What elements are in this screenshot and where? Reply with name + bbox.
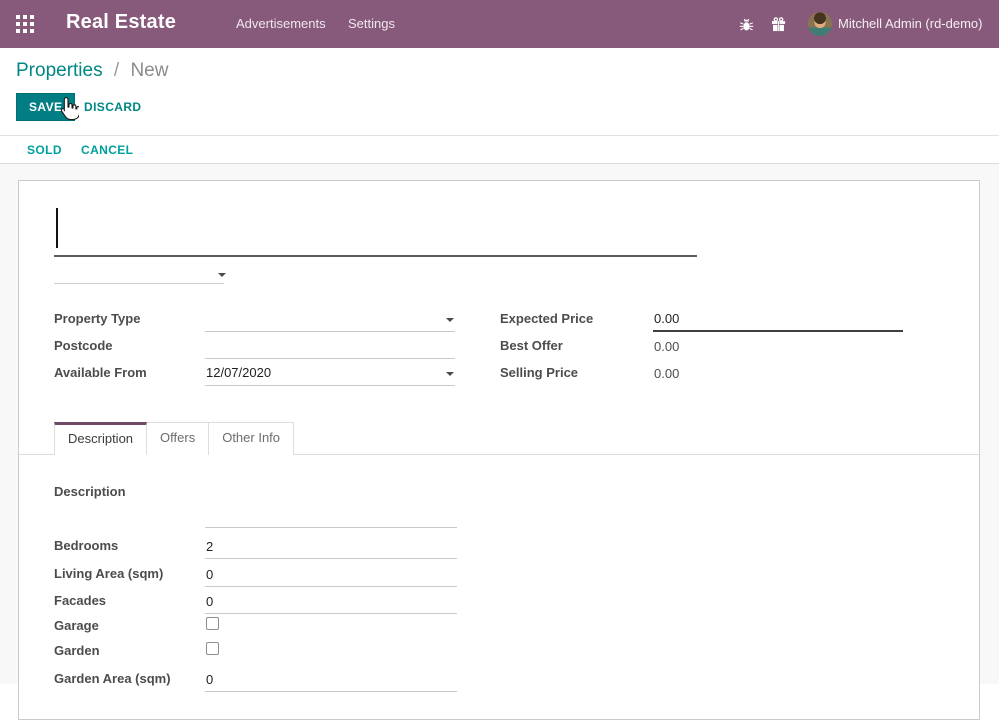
garden-area-label: Garden Area (sqm)	[54, 671, 205, 692]
selling-price-value: 0.00	[653, 362, 903, 386]
field-row-postcode: Postcode	[54, 332, 455, 359]
field-row-facades: Facades 0	[54, 587, 457, 614]
tab-other-info[interactable]: Other Info	[209, 422, 294, 455]
facades-label: Facades	[54, 593, 205, 614]
living-area-label: Living Area (sqm)	[54, 566, 205, 587]
garage-cell	[205, 617, 457, 639]
facades-input[interactable]: 0	[205, 594, 457, 614]
bedrooms-input[interactable]: 2	[205, 539, 457, 559]
description-label: Description	[54, 478, 205, 505]
app-title: Real Estate	[66, 11, 176, 34]
discard-button[interactable]: DISCARD	[82, 93, 143, 121]
garden-label: Garden	[54, 643, 205, 664]
menu-advertisements[interactable]: Advertisements	[236, 0, 326, 48]
bedrooms-label: Bedrooms	[54, 538, 205, 559]
notebook-tabs: Description Offers Other Info	[54, 422, 294, 455]
living-area-input[interactable]: 0	[205, 567, 457, 587]
tags-underline	[54, 283, 224, 284]
field-row-garden-area: Garden Area (sqm) 0	[54, 664, 457, 692]
expected-price-value: 0.00	[654, 311, 679, 326]
property-type-dropdown-icon[interactable]	[446, 318, 454, 322]
breadcrumb-current: New	[130, 60, 168, 81]
apps-grid-icon[interactable]	[16, 15, 34, 33]
field-row-available-from: Available From 12/07/2020	[54, 359, 455, 386]
expected-price-label: Expected Price	[500, 311, 653, 332]
top-navbar: Real Estate Advertisements Settings Mitc…	[0, 0, 999, 48]
postcode-label: Postcode	[54, 338, 205, 359]
user-avatar[interactable]	[808, 12, 832, 36]
sold-button[interactable]: SOLD	[27, 136, 62, 163]
breadcrumb: Properties / New	[16, 60, 168, 82]
field-row-description: Description	[54, 478, 457, 528]
field-row-bedrooms: Bedrooms 2	[54, 528, 457, 559]
garden-cell	[205, 642, 457, 664]
field-row-garden: Garden	[54, 639, 457, 664]
field-row-expected-price: Expected Price 0.00	[500, 305, 903, 332]
form-sheet: Property Type Postcode Available From 12…	[18, 180, 980, 720]
cancel-button[interactable]: CANCEL	[81, 136, 133, 163]
best-offer-label: Best Offer	[500, 338, 653, 359]
tags-input[interactable]	[54, 265, 219, 283]
bug-icon[interactable]	[739, 17, 754, 32]
breadcrumb-properties-link[interactable]: Properties	[16, 60, 103, 81]
menu-settings[interactable]: Settings	[348, 0, 395, 48]
available-from-dropdown-icon[interactable]	[446, 372, 454, 376]
description-textarea[interactable]	[205, 523, 457, 528]
available-from-input[interactable]: 12/07/2020	[205, 362, 455, 386]
selling-price-label: Selling Price	[500, 365, 653, 386]
description-tab-content: Description Bedrooms 2 Living Area (sqm)…	[54, 478, 457, 692]
text-cursor	[56, 208, 58, 248]
postcode-input[interactable]	[205, 335, 455, 359]
field-row-property-type: Property Type	[54, 305, 455, 332]
expected-price-input[interactable]: 0.00	[653, 308, 903, 332]
garden-checkbox[interactable]	[206, 642, 219, 655]
property-type-label: Property Type	[54, 311, 205, 332]
breadcrumb-separator: /	[114, 60, 119, 81]
garden-area-input[interactable]: 0	[205, 672, 457, 692]
gift-icon[interactable]	[771, 17, 786, 32]
field-row-selling-price: Selling Price 0.00	[500, 359, 903, 386]
user-menu[interactable]: Mitchell Admin (rd-demo)	[838, 0, 983, 48]
available-from-label: Available From	[54, 365, 205, 386]
field-row-best-offer: Best Offer 0.00	[500, 332, 903, 359]
title-underline	[54, 255, 697, 257]
tab-offers[interactable]: Offers	[147, 422, 209, 455]
available-from-value: 12/07/2020	[206, 365, 271, 380]
tags-dropdown-icon[interactable]	[218, 273, 226, 277]
left-field-group: Property Type Postcode Available From 12…	[54, 305, 455, 386]
save-button[interactable]: SAVE	[16, 93, 75, 121]
garage-checkbox[interactable]	[206, 617, 219, 630]
best-offer-value: 0.00	[653, 335, 903, 359]
right-field-group: Expected Price 0.00 Best Offer 0.00 Sell…	[500, 305, 903, 386]
field-row-living-area: Living Area (sqm) 0	[54, 559, 457, 587]
statusbar: SOLD CANCEL	[0, 135, 999, 164]
property-type-input[interactable]	[205, 308, 455, 332]
garage-label: Garage	[54, 618, 205, 639]
field-row-garage: Garage	[54, 614, 457, 639]
property-title-input[interactable]	[59, 211, 689, 251]
tab-description[interactable]: Description	[54, 422, 147, 455]
